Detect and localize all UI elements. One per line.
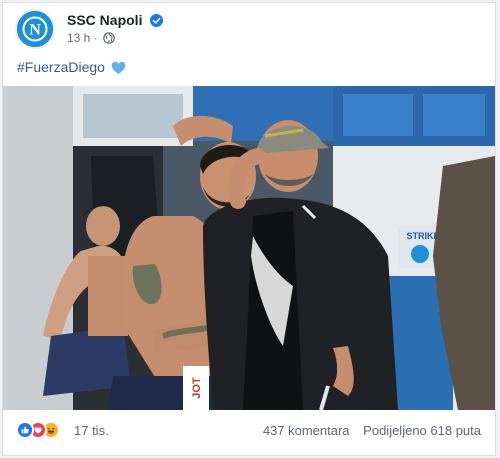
post-timestamp[interactable]: 13 h <box>67 31 90 45</box>
hashtag-link[interactable]: #FuerzaDiego <box>17 59 105 75</box>
meta-separator: · <box>93 31 98 45</box>
like-icon <box>16 421 34 439</box>
post-meta: 13 h · <box>67 31 115 47</box>
verified-badge-icon <box>150 14 164 30</box>
page-name[interactable]: SSC Napoli <box>67 12 142 28</box>
jersey-sign-text: STRIKE <box>406 231 439 241</box>
napoli-logo-icon: N <box>17 11 53 47</box>
reaction-count[interactable]: 17 tis. <box>74 423 109 438</box>
blue-heart-icon <box>111 61 126 78</box>
facebook-post: N SSC Napoli 13 h · #FuerzaDiego STRIKE … <box>2 2 496 456</box>
post-footer: 17 tis. 437 komentara Podijeljeno 618 pu… <box>3 411 495 451</box>
shorts-text: JOT <box>191 377 203 399</box>
post-header: N SSC Napoli 13 h · <box>15 9 485 49</box>
avatar-letter: N <box>29 22 41 39</box>
page-name-row: SSC Napoli <box>67 12 164 30</box>
locker-room-photo: STRIKE JOT <box>3 86 495 410</box>
engagement-stats: 437 komentara Podijeljeno 618 puta <box>263 423 481 438</box>
comments-count-link[interactable]: 437 komentara <box>263 423 350 438</box>
post-text: #FuerzaDiego <box>17 59 126 78</box>
globe-icon[interactable] <box>103 32 115 47</box>
page-avatar[interactable]: N <box>15 9 55 49</box>
post-photo[interactable]: STRIKE JOT <box>3 86 495 410</box>
shares-count-link[interactable]: Podijeljeno 618 puta <box>363 423 481 438</box>
